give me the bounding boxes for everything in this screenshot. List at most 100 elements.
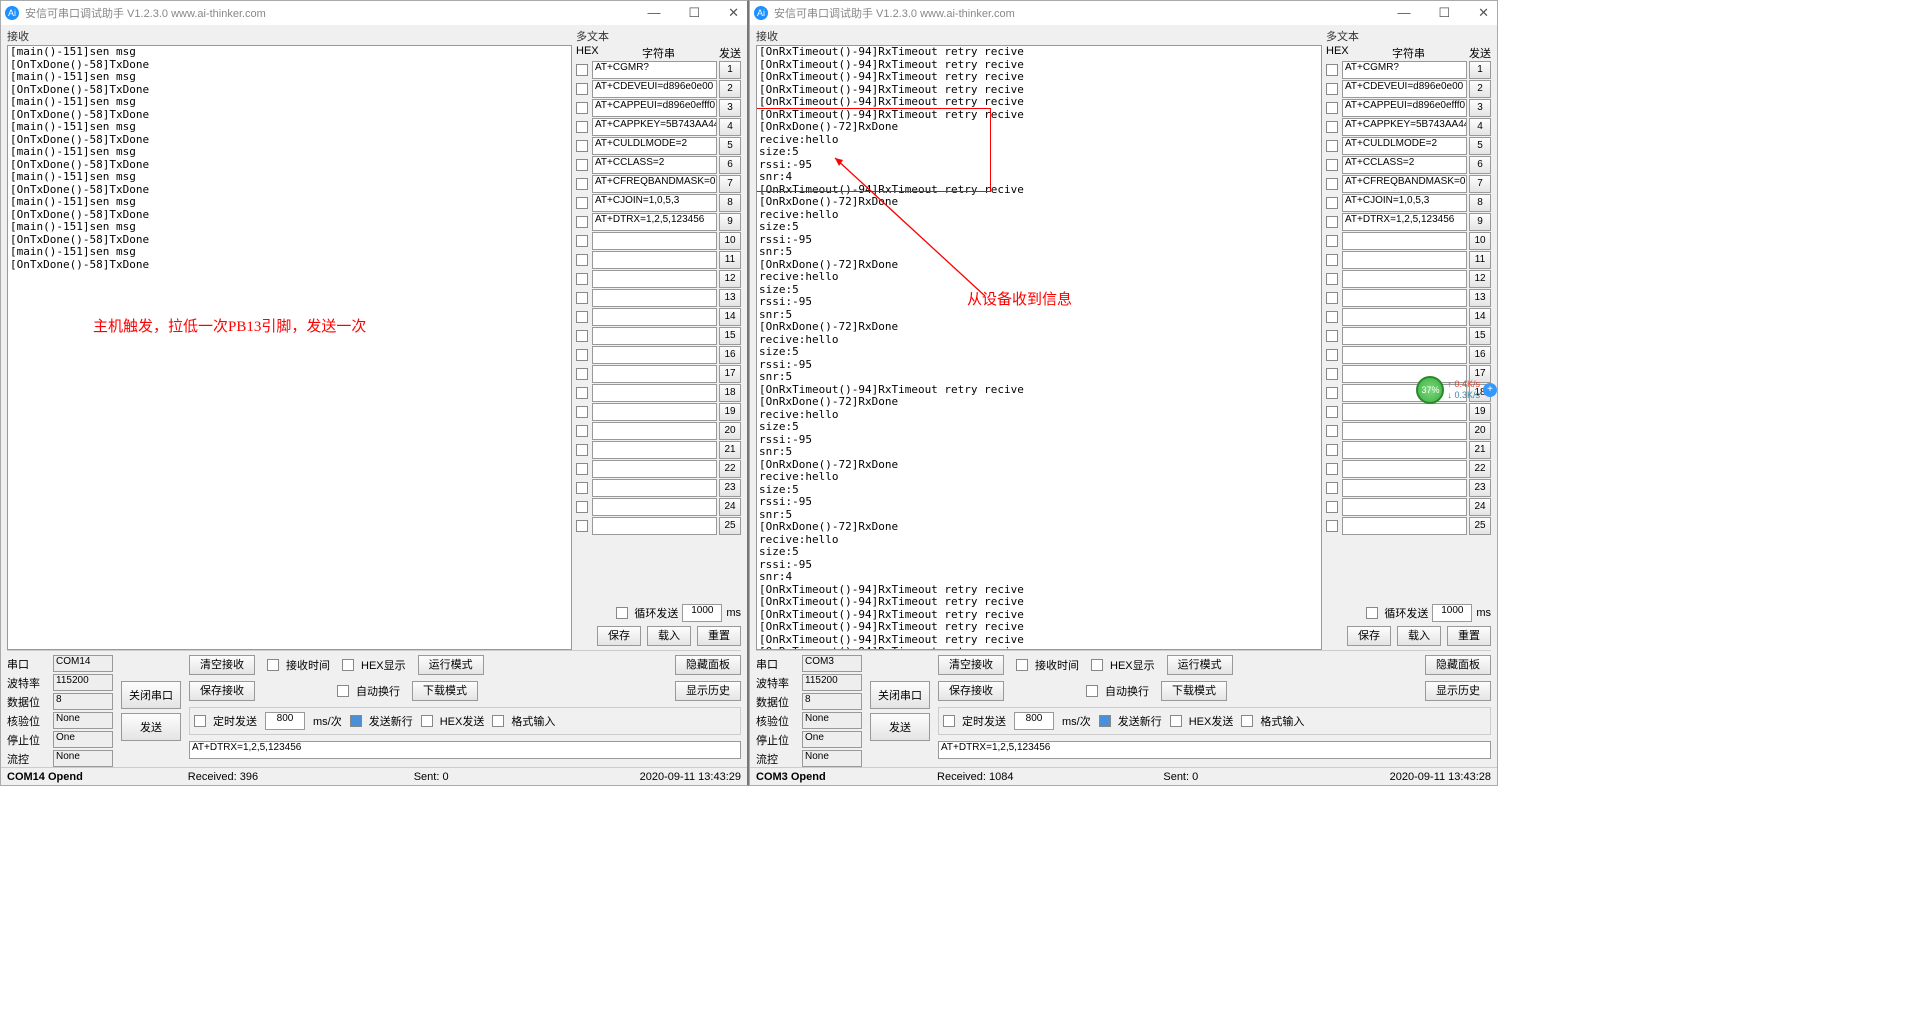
send-row-button-9[interactable]: 9 <box>1469 213 1491 231</box>
stopbit-select[interactable]: One <box>802 731 862 748</box>
command-input-19[interactable] <box>1342 403 1467 421</box>
command-input-23[interactable] <box>1342 479 1467 497</box>
send-row-button-14[interactable]: 14 <box>719 308 741 326</box>
send-row-button-25[interactable]: 25 <box>1469 517 1491 535</box>
baud-select[interactable]: 115200 <box>802 674 862 691</box>
send-row-button-11[interactable]: 11 <box>1469 251 1491 269</box>
timed-send-checkbox[interactable] <box>943 715 955 727</box>
send-row-button-3[interactable]: 3 <box>719 99 741 117</box>
reset-button[interactable]: 重置 <box>697 626 741 646</box>
send-row-button-21[interactable]: 21 <box>719 441 741 459</box>
send-row-button-21[interactable]: 21 <box>1469 441 1491 459</box>
hex-checkbox-9[interactable] <box>576 216 588 228</box>
command-input-22[interactable] <box>592 460 717 478</box>
command-input-1[interactable]: AT+CGMR? <box>1342 61 1467 79</box>
hex-checkbox-16[interactable] <box>1326 349 1338 361</box>
send-row-button-2[interactable]: 2 <box>1469 80 1491 98</box>
send-row-button-22[interactable]: 22 <box>719 460 741 478</box>
send-row-button-7[interactable]: 7 <box>1469 175 1491 193</box>
hex-checkbox-13[interactable] <box>576 292 588 304</box>
save-rx-button[interactable]: 保存接收 <box>938 681 1004 701</box>
baud-select[interactable]: 115200 <box>53 674 113 691</box>
receive-log[interactable]: [main()-151]sen msg [OnTxDone()-58]TxDon… <box>7 45 572 650</box>
hex-checkbox-11[interactable] <box>1326 254 1338 266</box>
command-input-11[interactable] <box>1342 251 1467 269</box>
stopbit-select[interactable]: One <box>53 731 113 748</box>
command-input-10[interactable] <box>592 232 717 250</box>
hex-checkbox-10[interactable] <box>1326 235 1338 247</box>
send-row-button-10[interactable]: 10 <box>719 232 741 250</box>
loop-ms-input[interactable]: 1000 <box>682 604 722 622</box>
hex-checkbox-1[interactable] <box>1326 64 1338 76</box>
hex-checkbox-21[interactable] <box>1326 444 1338 456</box>
hex-checkbox-17[interactable] <box>576 368 588 380</box>
fmt-input-checkbox[interactable] <box>492 715 504 727</box>
close-port-button[interactable]: 关闭串口 <box>121 681 181 709</box>
hex-checkbox-17[interactable] <box>1326 368 1338 380</box>
com-select[interactable]: COM3 <box>802 655 862 672</box>
hex-checkbox-1[interactable] <box>576 64 588 76</box>
reset-button[interactable]: 重置 <box>1447 626 1491 646</box>
command-input-5[interactable]: AT+CULDLMODE=2 <box>1342 137 1467 155</box>
hex-checkbox-9[interactable] <box>1326 216 1338 228</box>
hex-checkbox-3[interactable] <box>576 102 588 114</box>
hex-checkbox-12[interactable] <box>576 273 588 285</box>
command-input-9[interactable]: AT+DTRX=1,2,5,123456 <box>1342 213 1467 231</box>
command-input-10[interactable] <box>1342 232 1467 250</box>
hex-checkbox-24[interactable] <box>576 501 588 513</box>
hex-checkbox-4[interactable] <box>576 121 588 133</box>
timed-ms-input[interactable]: 800 <box>1014 712 1054 730</box>
send-row-button-8[interactable]: 8 <box>1469 194 1491 212</box>
send-row-button-14[interactable]: 14 <box>1469 308 1491 326</box>
command-input-9[interactable]: AT+DTRX=1,2,5,123456 <box>592 213 717 231</box>
send-row-button-5[interactable]: 5 <box>1469 137 1491 155</box>
rx-time-checkbox[interactable] <box>1016 659 1028 671</box>
com-select[interactable]: COM14 <box>53 655 113 672</box>
command-input-13[interactable] <box>1342 289 1467 307</box>
hex-checkbox-19[interactable] <box>576 406 588 418</box>
send-row-button-11[interactable]: 11 <box>719 251 741 269</box>
hex-checkbox-10[interactable] <box>576 235 588 247</box>
close-icon[interactable]: ✕ <box>724 5 743 21</box>
hex-send-checkbox[interactable] <box>421 715 433 727</box>
timed-ms-input[interactable]: 800 <box>265 712 305 730</box>
send-row-button-24[interactable]: 24 <box>1469 498 1491 516</box>
command-input-6[interactable]: AT+CCLASS=2 <box>1342 156 1467 174</box>
hex-send-checkbox[interactable] <box>1170 715 1182 727</box>
command-input-7[interactable]: AT+CFREQBANDMASK=0 <box>1342 175 1467 193</box>
command-input-18[interactable] <box>592 384 717 402</box>
command-input-24[interactable] <box>1342 498 1467 516</box>
send-newline-checkbox[interactable] <box>1099 715 1111 727</box>
send-row-button-18[interactable]: 18 <box>719 384 741 402</box>
hex-checkbox-3[interactable] <box>1326 102 1338 114</box>
send-row-button-9[interactable]: 9 <box>719 213 741 231</box>
command-input-14[interactable] <box>1342 308 1467 326</box>
command-input-3[interactable]: AT+CAPPEUI=d896e0efff0 <box>1342 99 1467 117</box>
command-input-2[interactable]: AT+CDEVEUI=d896e0e00 <box>1342 80 1467 98</box>
send-row-button-23[interactable]: 23 <box>1469 479 1491 497</box>
hide-panel-button[interactable]: 隐藏面板 <box>1425 655 1491 675</box>
hex-checkbox-18[interactable] <box>576 387 588 399</box>
send-row-button-10[interactable]: 10 <box>1469 232 1491 250</box>
save-rx-button[interactable]: 保存接收 <box>189 681 255 701</box>
command-input-15[interactable] <box>592 327 717 345</box>
command-input-13[interactable] <box>592 289 717 307</box>
command-input-16[interactable] <box>592 346 717 364</box>
send-row-button-5[interactable]: 5 <box>719 137 741 155</box>
send-row-button-4[interactable]: 4 <box>719 118 741 136</box>
loop-send-checkbox[interactable] <box>616 607 628 619</box>
maximize-icon[interactable]: ☐ <box>1434 5 1454 21</box>
send-row-button-4[interactable]: 4 <box>1469 118 1491 136</box>
hex-checkbox-7[interactable] <box>576 178 588 190</box>
command-input-3[interactable]: AT+CAPPEUI=d896e0efff0 <box>592 99 717 117</box>
show-hist-button[interactable]: 显示历史 <box>675 681 741 701</box>
send-row-button-24[interactable]: 24 <box>719 498 741 516</box>
command-input-7[interactable]: AT+CFREQBANDMASK=0 <box>592 175 717 193</box>
command-input-14[interactable] <box>592 308 717 326</box>
send-row-button-20[interactable]: 20 <box>1469 422 1491 440</box>
command-input-20[interactable] <box>1342 422 1467 440</box>
minimize-icon[interactable]: — <box>1393 5 1414 21</box>
send-row-button-16[interactable]: 16 <box>719 346 741 364</box>
command-input-21[interactable] <box>592 441 717 459</box>
hex-checkbox-14[interactable] <box>576 311 588 323</box>
